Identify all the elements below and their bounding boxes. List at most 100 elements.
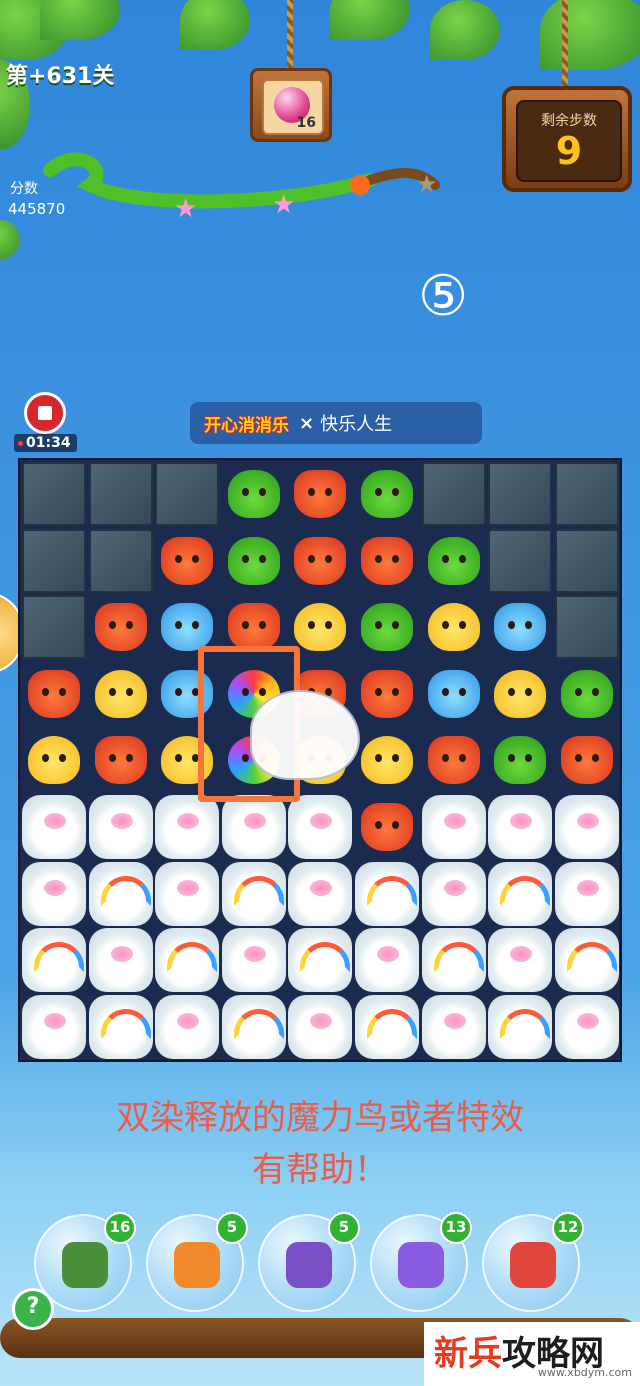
record-stop-button[interactable] (24, 392, 66, 434)
stone-tile (554, 528, 619, 593)
fox-piece[interactable] (89, 595, 153, 659)
blossom-cloud-tile[interactable] (155, 795, 220, 859)
collab-banner: 开心消消乐 × 快乐人生 (190, 402, 482, 444)
frog-piece[interactable] (355, 595, 419, 659)
rainbow-cloud-tile[interactable] (554, 928, 619, 993)
blossom-cloud-tile[interactable] (155, 994, 220, 1059)
frog-piece[interactable] (222, 462, 286, 526)
blossom-cloud-tile[interactable] (288, 994, 353, 1059)
blossom-cloud-tile[interactable] (22, 861, 86, 926)
blossom-cloud-tile[interactable] (554, 861, 619, 926)
moves-panel: 剩余步数 9 (502, 86, 632, 192)
blossom-icon (110, 813, 133, 829)
stone-tile (421, 462, 486, 526)
watermark-red: 新兵 (434, 1334, 502, 1374)
rainbow-icon (367, 875, 417, 906)
rainbow-cloud-tile[interactable] (421, 928, 486, 993)
bear-piece[interactable] (488, 595, 552, 659)
bear-piece[interactable] (422, 662, 486, 726)
chick-piece[interactable] (422, 595, 486, 659)
frog-piece[interactable] (355, 462, 419, 526)
chick-icon (94, 669, 147, 718)
moves-label: 剩余步数 (541, 113, 597, 129)
frog-piece[interactable] (222, 529, 286, 593)
blossom-cloud-tile[interactable] (88, 928, 153, 993)
blossom-cloud-tile[interactable] (488, 795, 553, 859)
stone-tile (155, 462, 220, 526)
help-button[interactable]: ? (12, 1288, 54, 1330)
rainbow-icon (500, 1008, 551, 1039)
fox-piece[interactable] (89, 728, 153, 792)
clock-booster-button[interactable]: 5 (146, 1212, 248, 1312)
chick-piece[interactable] (22, 728, 86, 792)
blossom-cloud-tile[interactable] (88, 795, 153, 859)
fox-piece[interactable] (355, 529, 419, 593)
rocket-booster-button[interactable]: 12 (482, 1212, 584, 1312)
fox-icon (161, 536, 214, 585)
blossom-cloud-tile[interactable] (421, 795, 486, 859)
rainbow-cloud-tile[interactable] (288, 928, 353, 993)
blossom-cloud-tile[interactable] (488, 928, 553, 993)
rainbow-cloud-tile[interactable] (155, 928, 220, 993)
fox-piece[interactable] (355, 795, 419, 859)
clock-booster-icon (174, 1242, 220, 1288)
rainbow-cloud-tile[interactable] (88, 861, 153, 926)
progress-marker-icon (350, 175, 370, 195)
rainbow-cloud-tile[interactable] (355, 861, 419, 926)
record-timer: 01:34 (14, 434, 77, 452)
frog-piece[interactable] (555, 662, 619, 726)
blossom-icon (177, 813, 200, 829)
bear-icon (161, 603, 214, 652)
rainbow-cloud-tile[interactable] (221, 994, 286, 1059)
moves-rope (562, 0, 568, 90)
blossom-cloud-tile[interactable] (554, 795, 619, 859)
frog-icon (361, 603, 413, 652)
rainbow-cloud-tile[interactable] (221, 861, 286, 926)
stop-icon (38, 406, 52, 420)
blossom-icon (44, 879, 66, 896)
stone-tile (488, 528, 553, 593)
stone-tile (554, 462, 619, 526)
chick-piece[interactable] (488, 662, 552, 726)
chick-piece[interactable] (89, 662, 153, 726)
blossom-cloud-tile[interactable] (355, 928, 419, 993)
fox-piece[interactable] (555, 728, 619, 792)
watermark-url: www.xbdym.com (537, 1366, 632, 1379)
blossom-cloud-tile[interactable] (22, 994, 86, 1059)
rainbow-icon (233, 875, 284, 906)
blossom-cloud-tile[interactable] (288, 861, 353, 926)
fox-piece[interactable] (288, 462, 352, 526)
fox-piece[interactable] (422, 728, 486, 792)
blossom-cloud-tile[interactable] (421, 861, 486, 926)
swap-booster-button[interactable]: 5 (258, 1212, 360, 1312)
frog-piece[interactable] (488, 728, 552, 792)
frog-piece[interactable] (422, 529, 486, 593)
blossom-cloud-tile[interactable] (22, 795, 86, 859)
fox-piece[interactable] (288, 529, 352, 593)
game-logo: 开心消消乐 (204, 415, 289, 436)
rainbow-icon (566, 942, 617, 973)
fox-piece[interactable] (155, 529, 219, 593)
rainbow-cloud-tile[interactable] (22, 928, 86, 993)
blossom-cloud-tile[interactable] (288, 795, 353, 859)
blossom-cloud-tile[interactable] (221, 795, 286, 859)
blossom-cloud-tile[interactable] (554, 994, 619, 1059)
rainbow-cloud-tile[interactable] (488, 994, 553, 1059)
rainbow-cloud-tile[interactable] (88, 994, 153, 1059)
blossom-icon (243, 946, 266, 963)
blossom-cloud-tile[interactable] (221, 928, 286, 993)
score-progress-vine (43, 152, 440, 209)
blossom-icon (177, 1012, 200, 1029)
fox-piece[interactable] (22, 662, 86, 726)
chick-piece[interactable] (355, 728, 419, 792)
rainbow-icon (100, 1008, 151, 1039)
blossom-cloud-tile[interactable] (421, 994, 486, 1059)
rocket-booster-icon (510, 1242, 556, 1288)
booster-count-badge: 12 (552, 1212, 584, 1244)
fox-piece[interactable] (355, 662, 419, 726)
rainbow-cloud-tile[interactable] (355, 994, 419, 1059)
chick-icon (28, 736, 80, 785)
blossom-cloud-tile[interactable] (155, 861, 220, 926)
rainbow-cloud-tile[interactable] (488, 861, 553, 926)
line-booster-button[interactable]: 13 (370, 1212, 472, 1312)
